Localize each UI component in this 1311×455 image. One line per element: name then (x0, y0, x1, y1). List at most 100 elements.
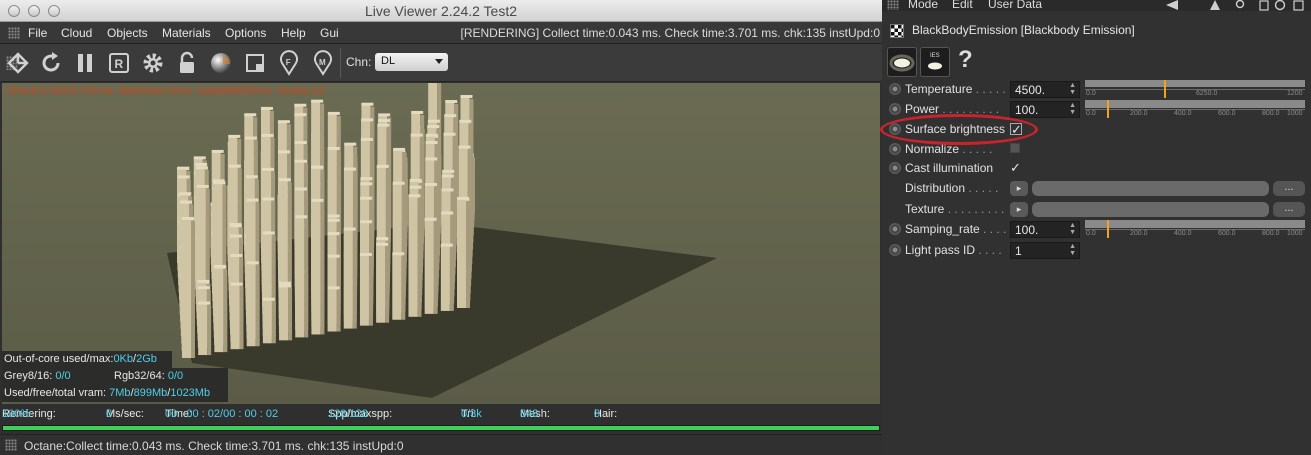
menu-materials[interactable]: Materials (162, 26, 211, 40)
slider-value-marker[interactable] (1107, 220, 1109, 238)
menu-help[interactable]: Help (281, 26, 306, 40)
scene-pillar (457, 196, 470, 308)
render-status-text: [RENDERING] Collect time:0.043 ms. Check… (460, 26, 881, 40)
menu-user-data[interactable]: User Data (988, 0, 1042, 11)
channel-value: DL (381, 55, 396, 67)
param-distribution: Distribution . . . . . ▸ ... (882, 179, 1311, 199)
cast-illumination-checkbox[interactable]: ✓ (1010, 161, 1022, 174)
menu-options[interactable]: Options (225, 26, 266, 40)
spp-value: 128/128 (328, 408, 368, 420)
lock-icon[interactable] (173, 48, 201, 78)
texture-link-field[interactable] (1032, 202, 1269, 217)
ooc-label: Out-of-core used/max: (4, 353, 114, 365)
light-pass-id-field[interactable]: 1 ▲ ▼ (1010, 242, 1080, 259)
slider-tick-label: 200.0 (1130, 230, 1148, 237)
radio-cast-illumination[interactable] (889, 162, 901, 174)
radio-sampling-rate[interactable] (889, 223, 901, 235)
menu-objects[interactable]: Objects (107, 26, 148, 40)
menu-mode[interactable]: Mode (908, 0, 938, 11)
settings-gear-icon[interactable] (139, 48, 167, 78)
temperature-dots: . . . . . (975, 82, 1006, 96)
scene-pillar (262, 297, 276, 344)
rgb-label: Rgb32/64: (114, 370, 165, 382)
temperature-value: 4500. (1015, 83, 1046, 97)
refresh-icon[interactable] (37, 48, 65, 78)
slider-tick-label: 1200 (1287, 90, 1303, 97)
scene-pillar (230, 282, 244, 350)
slider-tick-label: 800.0 (1262, 230, 1280, 237)
sampling-rate-value: 100. (1015, 223, 1039, 237)
sampling-rate-field[interactable]: 100. ▲ ▼ (1010, 221, 1080, 238)
new-panel-icon[interactable] (1293, 0, 1304, 11)
radio-power[interactable] (889, 103, 901, 115)
light-pass-id-dots: . . . . (978, 243, 1002, 257)
scene-pillar (343, 227, 357, 329)
target-icon[interactable] (1274, 0, 1286, 11)
render-progress-bar (2, 425, 880, 431)
texture-browse-button[interactable]: ... (1273, 202, 1305, 217)
menu-edit[interactable]: Edit (952, 0, 973, 11)
slider-tick-label: 800.0 (1262, 110, 1280, 117)
scene-pillar (408, 194, 422, 317)
slider-tick-label: 200.0 (1130, 110, 1148, 117)
region-render-icon[interactable]: R (105, 48, 133, 78)
svg-text:IES: IES (930, 53, 940, 59)
normalize-checkbox[interactable] (1010, 143, 1020, 153)
slider-tick-label: 0.0 (1086, 230, 1096, 237)
power-slider[interactable]: 0.0 200.0 400.0 600.0 800.0 1000 (1085, 100, 1305, 119)
spinner-icon[interactable]: ▲ ▼ (1069, 82, 1076, 96)
pin-m-icon[interactable]: M (309, 48, 337, 78)
temperature-slider[interactable]: 0.0 6250.0 1200 (1085, 80, 1305, 99)
panel-menu-bar: Mode Edit User Data (882, 0, 1311, 11)
radio-normalize[interactable] (889, 143, 901, 155)
spinner-icon[interactable]: ▲ ▼ (1069, 222, 1076, 236)
grey-label: Grey8/16: (4, 370, 53, 382)
cast-illumination-label: Cast illumination (905, 161, 994, 175)
menu-gui[interactable]: Gui (320, 26, 339, 40)
temperature-label: Temperature (905, 82, 973, 96)
param-light-pass-id: Light pass ID . . . . 1 ▲ ▼ (882, 241, 1311, 261)
search-icon[interactable] (1235, 0, 1245, 9)
pin-f-icon[interactable]: F (275, 48, 303, 78)
time-value: 00 : 00 : 02/00 : 00 : 02 (165, 408, 279, 420)
svg-text:F: F (286, 58, 291, 67)
up-arrow-icon[interactable] (1210, 0, 1220, 10)
distribution-arrow-button[interactable]: ▸ (1010, 181, 1028, 196)
lock-panel-icon[interactable] (1259, 0, 1269, 11)
distribution-browse-button[interactable]: ... (1273, 181, 1305, 196)
tab-blackbody[interactable] (887, 47, 917, 77)
slider-value-marker[interactable] (1164, 80, 1167, 98)
toolbar: R F M Chn: DL (0, 44, 882, 82)
channel-select[interactable]: DL (375, 53, 448, 71)
slider-value-marker[interactable] (1107, 100, 1109, 118)
help-icon[interactable]: ? (958, 46, 973, 74)
channel-label: Chn: (346, 55, 372, 69)
focus-frame-icon[interactable] (241, 48, 269, 78)
menu-cloud[interactable]: Cloud (61, 26, 92, 40)
render-target-icon[interactable] (4, 48, 32, 78)
spinner-icon[interactable]: ▲ ▼ (1069, 102, 1076, 116)
back-arrow-icon[interactable] (1166, 0, 1178, 10)
tab-ies[interactable]: IES (920, 47, 950, 77)
distribution-link-field[interactable] (1032, 181, 1269, 196)
render-viewport[interactable]: Check:0.462/3.701ms. MeshGen:0ms. Update… (2, 83, 880, 404)
sampling-rate-slider[interactable]: 0.0 200.0 400.0 600.0 800.0 1000 (1085, 220, 1305, 239)
slider-tick-label: 400.0 (1174, 110, 1192, 117)
ms-sec-value: 0 (106, 408, 113, 420)
power-field[interactable]: 100. ▲ ▼ (1010, 101, 1080, 118)
param-temperature: Temperature . . . . . 4500. ▲ ▼ 0.0 6250.0 1… (882, 80, 1311, 100)
texture-arrow-button[interactable]: ▸ (1010, 202, 1028, 217)
toolbar-divider (340, 48, 341, 78)
slider-tick-label: 1000 (1287, 110, 1303, 117)
light-pass-id-value: 1 (1015, 244, 1022, 258)
material-sphere-icon[interactable] (207, 48, 235, 78)
pause-icon[interactable] (71, 48, 99, 78)
menu-file[interactable]: File (28, 26, 47, 40)
ooc-used: 0Kb (113, 353, 134, 365)
temperature-field[interactable]: 4500. ▲ ▼ (1010, 81, 1080, 98)
spinner-icon[interactable]: ▲ ▼ (1069, 243, 1076, 257)
radio-light-pass-id[interactable] (889, 244, 901, 256)
vram-label: Used/free/total vram: (4, 387, 107, 399)
radio-temperature[interactable] (889, 83, 901, 95)
scene-pillar (440, 243, 454, 311)
